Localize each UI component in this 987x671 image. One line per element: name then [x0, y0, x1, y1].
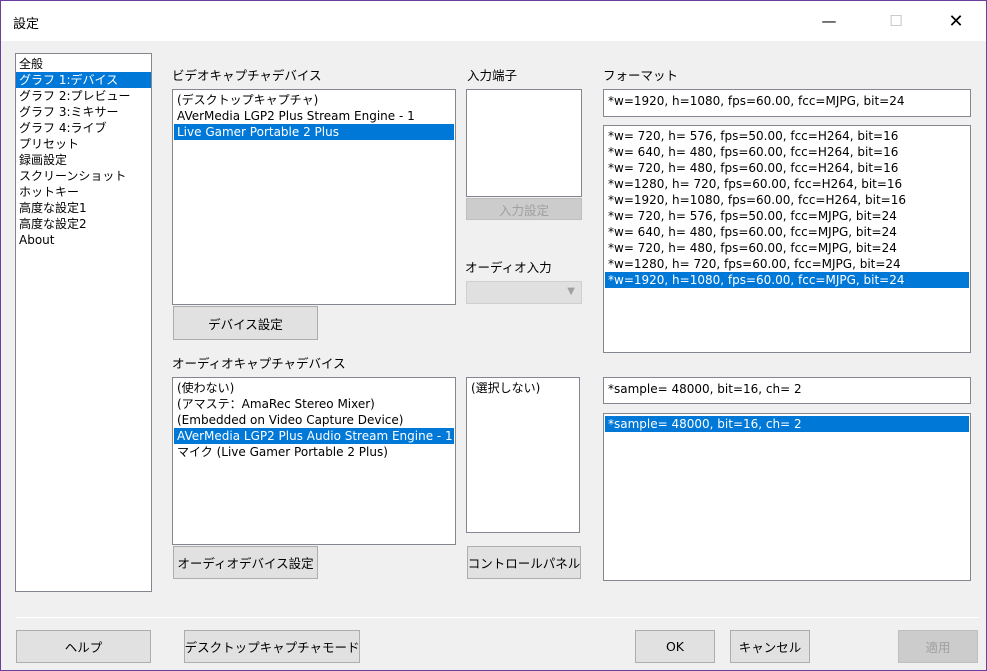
window-title: 設定	[13, 17, 40, 32]
desktop-capture-mode-button[interactable]: デスクトップキャプチャモード	[184, 630, 360, 663]
audio-terminal-list[interactable]: (選択しない)	[466, 377, 580, 533]
audio-device-item[interactable]: (使わない)	[174, 380, 454, 396]
audio-device-item[interactable]: (Embedded on Video Capture Device)	[174, 412, 454, 428]
audio-device-item[interactable]: (アマステ：AmaRec Stereo Mixer)	[174, 396, 454, 412]
chevron-down-icon: ▼	[567, 286, 575, 297]
title-bar: 設定 — ☐ ✕	[1, 1, 986, 41]
close-icon[interactable]: ✕	[933, 1, 979, 41]
format-item[interactable]: *w=1920, h=1080, fps=60.00, fcc=MJPG, bi…	[605, 272, 969, 288]
video-capture-label: ビデオキャプチャデバイス	[172, 68, 322, 83]
audio-input-label: オーディオ入力	[465, 260, 552, 275]
sidebar-item[interactable]: 高度な設定2	[16, 216, 151, 232]
input-terminal-list[interactable]	[466, 89, 582, 197]
sidebar-item[interactable]: グラフ 4:ライブ	[16, 120, 151, 136]
sidebar-item[interactable]: プリセット	[16, 136, 151, 152]
input-terminal-label: 入力端子	[467, 68, 518, 83]
apply-button[interactable]: 適用	[898, 630, 978, 663]
audio-format-list[interactable]: *sample= 48000, bit=16, ch= 2	[603, 413, 971, 581]
audio-capture-label: オーディオキャプチャデバイス	[172, 356, 346, 371]
cancel-button[interactable]: キャンセル	[730, 630, 810, 663]
sidebar-item[interactable]: 高度な設定1	[16, 200, 151, 216]
maximize-icon: ☐	[889, 12, 903, 30]
sidebar-item[interactable]: ホットキー	[16, 184, 151, 200]
settings-dialog: 設定 — ☐ ✕ 全般 グラフ 1:デバイス グラフ 2:プレビュー グラフ 3:ミキ…	[0, 0, 987, 671]
control-panel-button[interactable]: コントロールパネル	[467, 546, 581, 579]
device-settings-button[interactable]: デバイス設定	[173, 306, 318, 340]
current-format-field[interactable]: *w=1920, h=1080, fps=60.00, fcc=MJPG, bi…	[603, 89, 971, 117]
format-item[interactable]: *w= 640, h= 480, fps=60.00, fcc=MJPG, bi…	[605, 224, 969, 240]
format-item[interactable]: *w=1280, h= 720, fps=60.00, fcc=H264, bi…	[605, 176, 969, 192]
sidebar-item[interactable]: グラフ 2:プレビュー	[16, 88, 151, 104]
sidebar-item[interactable]: About	[16, 232, 151, 248]
format-item[interactable]: *w=1920, h=1080, fps=60.00, fcc=H264, bi…	[605, 192, 969, 208]
settings-category-list[interactable]: 全般 グラフ 1:デバイス グラフ 2:プレビュー グラフ 3:ミキサー グラフ 4:ラ…	[15, 53, 152, 592]
sidebar-item[interactable]: 録画設定	[16, 152, 151, 168]
ok-button[interactable]: OK	[635, 630, 715, 663]
format-item[interactable]: *w= 720, h= 480, fps=60.00, fcc=MJPG, bi…	[605, 240, 969, 256]
help-button[interactable]: ヘルプ	[16, 630, 151, 663]
sidebar-item[interactable]: スクリーンショット	[16, 168, 151, 184]
input-settings-button[interactable]: 入力設定	[466, 198, 582, 220]
format-item[interactable]: *w= 720, h= 480, fps=60.00, fcc=H264, bi…	[605, 160, 969, 176]
format-item[interactable]: *w= 640, h= 480, fps=60.00, fcc=H264, bi…	[605, 144, 969, 160]
video-device-item[interactable]: AVerMedia LGP2 Plus Stream Engine - 1	[174, 108, 454, 124]
audio-format-item[interactable]: *sample= 48000, bit=16, ch= 2	[605, 416, 969, 432]
audio-input-dropdown[interactable]: ▼	[466, 281, 582, 304]
sidebar-item[interactable]: グラフ 1:デバイス	[16, 72, 151, 88]
audio-device-item[interactable]: マイク (Live Gamer Portable 2 Plus)	[174, 444, 454, 460]
minimize-icon[interactable]: —	[806, 1, 852, 41]
sidebar-item[interactable]: 全般	[16, 56, 151, 72]
audio-device-settings-button[interactable]: オーディオデバイス設定	[173, 546, 318, 579]
audio-device-item[interactable]: AVerMedia LGP2 Plus Audio Stream Engine …	[174, 428, 454, 444]
audio-terminal-item[interactable]: (選択しない)	[468, 380, 578, 396]
format-item[interactable]: *w= 720, h= 576, fps=50.00, fcc=H264, bi…	[605, 128, 969, 144]
format-label: フォーマット	[603, 68, 679, 83]
audio-device-list[interactable]: (使わない) (アマステ：AmaRec Stereo Mixer) (Embedde…	[172, 377, 456, 545]
sidebar-item[interactable]: グラフ 3:ミキサー	[16, 104, 151, 120]
footer-separator	[16, 617, 979, 618]
video-device-item[interactable]: Live Gamer Portable 2 Plus	[174, 124, 454, 140]
format-item[interactable]: *w= 720, h= 576, fps=50.00, fcc=MJPG, bi…	[605, 208, 969, 224]
video-device-item[interactable]: (デスクトップキャプチャ)	[174, 92, 454, 108]
current-audio-format-field[interactable]: *sample= 48000, bit=16, ch= 2	[603, 377, 971, 404]
video-device-list[interactable]: (デスクトップキャプチャ) AVerMedia LGP2 Plus Stream …	[172, 89, 456, 305]
format-item[interactable]: *w=1280, h= 720, fps=60.00, fcc=MJPG, bi…	[605, 256, 969, 272]
format-list[interactable]: *w= 720, h= 576, fps=50.00, fcc=H264, bi…	[603, 125, 971, 353]
